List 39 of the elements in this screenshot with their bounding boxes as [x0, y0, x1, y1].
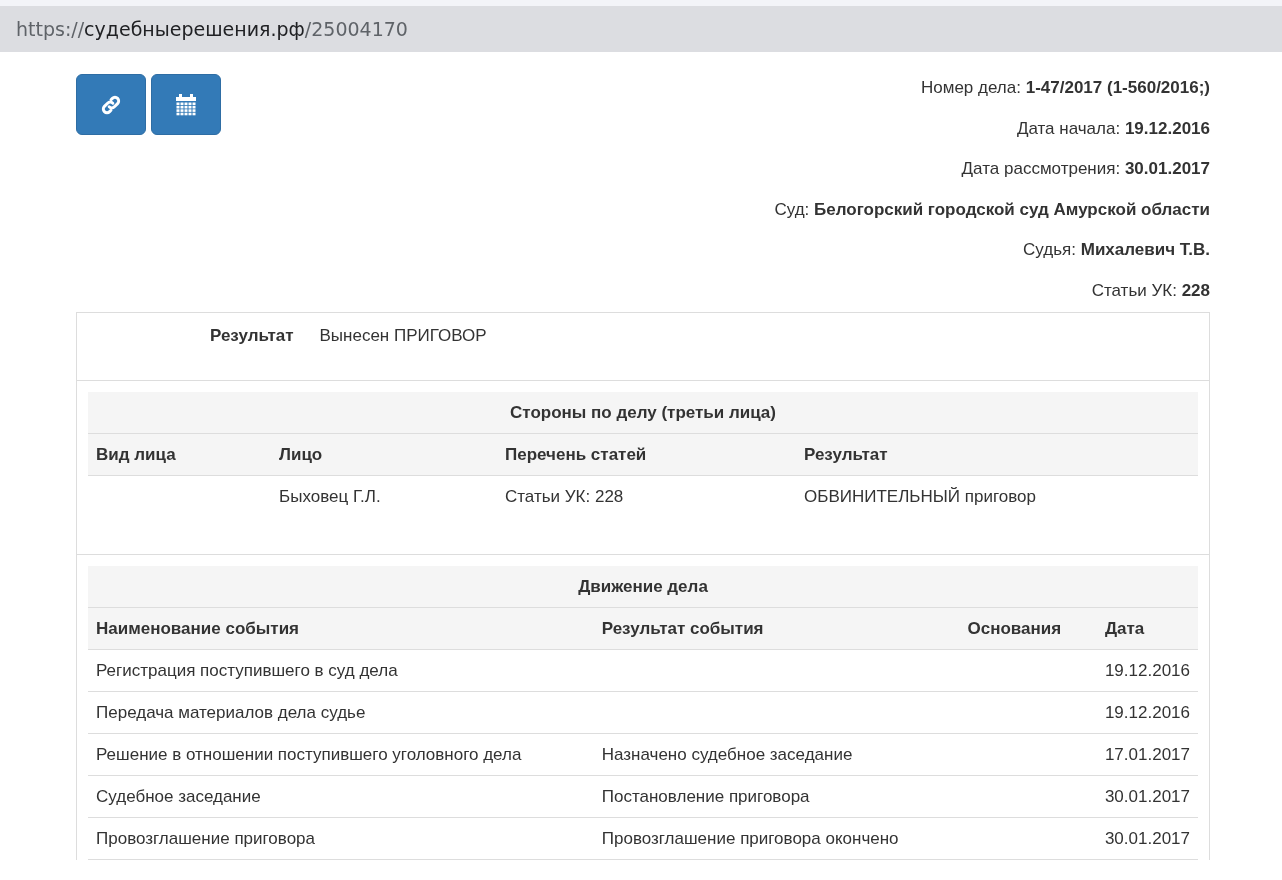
table-cell: Постановление приговора	[593, 775, 960, 818]
table-title: Движение дела	[88, 566, 1198, 608]
table-cell: Передача материалов дела судье	[88, 691, 594, 734]
calendar-button[interactable]	[151, 74, 221, 135]
column-header: Результат события	[593, 607, 960, 650]
calendar-icon	[175, 93, 197, 116]
table-cell: Провозглашение приговора окончено	[593, 817, 960, 860]
table-cell: Решение в отношении поступившего уголовного дела	[88, 733, 594, 776]
column-header: Вид лица	[88, 433, 271, 476]
table-cell: 19.12.2016	[1096, 649, 1198, 692]
table-cell: 30.01.2017	[1096, 817, 1198, 860]
case-info-line: Номер дела: 1-47/2017 (1-560/2016;)	[921, 77, 1210, 99]
column-header: Наименование события	[88, 607, 594, 650]
column-header: Результат	[796, 433, 1198, 476]
column-header: Дата	[1096, 607, 1198, 650]
case-info-line: Дата рассмотрения: 30.01.2017	[961, 158, 1210, 180]
case-info-line: Суд: Белогорский городской суд Амурской области	[774, 198, 1210, 221]
column-header: Перечень статей	[497, 433, 796, 476]
table-cell: 19.12.2016	[1096, 691, 1198, 734]
table-cell: ОБВИНИТЕЛЬНЫЙ приговор	[796, 475, 1198, 554]
table-title: Стороны по делу (третьи лица)	[88, 392, 1198, 434]
table-cell: Регистрация поступившего в суд дела	[88, 649, 594, 692]
link-icon	[100, 93, 122, 116]
table-cell: Быховец Г.Л.	[271, 475, 497, 554]
table-cell: Провозглашение приговора	[88, 817, 594, 860]
case-info-line: Судья: Михалевич Т.В.	[1023, 239, 1210, 261]
result-value: Вынесен ПРИГОВОР	[319, 325, 487, 347]
case-info-line: Статьи УК: 228	[1091, 279, 1210, 302]
table-cell: 17.01.2017	[1096, 733, 1198, 776]
column-header: Основания	[959, 607, 1097, 650]
case-info-line: Дата начала: 19.12.2016	[1016, 117, 1210, 140]
table-cell: 30.01.2017	[1096, 775, 1198, 818]
table-cell: Статьи УК: 228	[497, 475, 796, 554]
column-header: Лицо	[271, 433, 497, 476]
address-bar[interactable]: https://судебныерешения.рф/25004170	[0, 6, 1282, 52]
table-cell: Судебное заседание	[88, 775, 594, 818]
result-label: Результат	[210, 325, 294, 347]
table-cell: Назначено судебное заседание	[593, 733, 960, 776]
link-button[interactable]	[76, 74, 146, 135]
